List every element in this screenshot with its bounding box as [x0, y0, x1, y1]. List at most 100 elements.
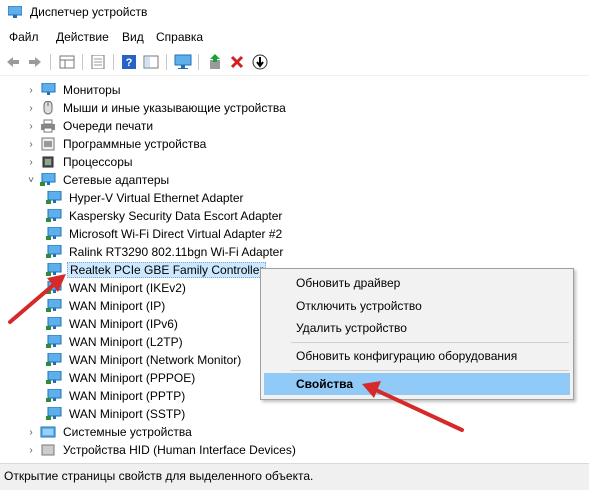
forward-icon[interactable] [25, 52, 45, 72]
menu-item-update-driver[interactable]: Обновить драйвер [264, 272, 570, 294]
chevron-right-icon[interactable]: › [26, 121, 36, 132]
system-device-icon [40, 425, 56, 439]
tree-category-item[interactable]: › Программные устройства [26, 135, 208, 153]
network-adapter-icon [46, 316, 62, 331]
menu-separator [291, 370, 569, 371]
network-adapter-icon [46, 208, 62, 223]
uninstall-x-icon[interactable] [227, 52, 247, 72]
network-adapter-icon [46, 262, 62, 277]
title-bar: Диспетчер устройств [0, 0, 589, 26]
tree-item-label: WAN Miniport (Network Monitor) [69, 353, 242, 367]
tree-item-label: Процессоры [63, 155, 133, 169]
chevron-down-icon[interactable]: ˅ [26, 175, 36, 186]
chevron-right-icon[interactable]: › [26, 445, 36, 456]
tree-item-label: WAN Miniport (PPTP) [69, 389, 186, 403]
software-device-icon [40, 137, 56, 151]
toolbar: ? [0, 48, 589, 76]
tree-child-item[interactable]: Ralink RT3290 802.11bgn Wi-Fi Adapter [46, 243, 285, 261]
menu-help[interactable]: Справка [156, 30, 203, 44]
status-text: Открытие страницы свойств для выделенног… [4, 469, 314, 483]
document-icon[interactable] [88, 52, 108, 72]
chevron-right-icon[interactable]: › [26, 139, 36, 150]
tree-item-label: WAN Miniport (SSTP) [69, 407, 186, 421]
context-menu: Обновить драйвер Отключить устройство Уд… [260, 268, 574, 400]
tree-item-label: WAN Miniport (IP) [69, 299, 166, 313]
tree-item-label: Программные устройства [63, 137, 207, 151]
tree-category-item[interactable]: › Устройства HID (Human Interface Devices… [26, 441, 298, 459]
menu-item-scan-hardware[interactable]: Обновить конфигурацию оборудования [264, 345, 570, 367]
tree-category-item[interactable]: › Процессоры [26, 153, 135, 171]
tree-child-item[interactable]: WAN Miniport (IPv6) [46, 315, 180, 333]
menu-view[interactable]: Вид [122, 30, 144, 44]
tree-child-item[interactable]: WAN Miniport (IP) [46, 297, 167, 315]
tree-child-item[interactable]: Microsoft Wi-Fi Direct Virtual Adapter #… [46, 225, 284, 243]
network-adapter-icon [46, 298, 62, 313]
network-adapter-icon [40, 172, 56, 187]
tree-category-item[interactable]: › Очереди печати [26, 117, 155, 135]
tree-item-label: WAN Miniport (IKEv2) [69, 281, 186, 295]
device-manager-app-icon [8, 6, 22, 18]
monitor-icon [40, 82, 56, 97]
chevron-right-icon[interactable]: › [26, 85, 36, 96]
tree-item-label: Мониторы [63, 83, 121, 97]
printer-icon [40, 119, 56, 133]
tree-child-item[interactable]: WAN Miniport (IKEv2) [46, 279, 188, 297]
svg-text:?: ? [126, 57, 133, 69]
network-adapter-icon [46, 226, 62, 241]
help-icon[interactable]: ? [119, 52, 139, 72]
back-icon[interactable] [3, 52, 23, 72]
chevron-right-icon[interactable]: › [26, 103, 36, 114]
tree-item-label: Hyper-V Virtual Ethernet Adapter [69, 191, 244, 205]
tree-category-item[interactable]: ˅ Сетевые адаптеры [26, 171, 171, 189]
tree-item-label: Microsoft Wi-Fi Direct Virtual Adapter #… [69, 227, 283, 241]
download-arrow-icon[interactable] [250, 52, 270, 72]
window-title: Диспетчер устройств [30, 5, 148, 19]
tree-child-item[interactable]: Kaspersky Security Data Escort Adapter [46, 207, 284, 225]
tree-child-item[interactable]: WAN Miniport (L2TP) [46, 333, 185, 351]
tree-item-label: Устройства HID (Human Interface Devices) [63, 443, 296, 457]
tree-child-item[interactable]: WAN Miniport (SSTP) [46, 405, 187, 423]
menu-item-disable-device[interactable]: Отключить устройство [264, 295, 570, 317]
hid-icon [40, 443, 56, 457]
chevron-right-icon[interactable]: › [26, 427, 36, 438]
menu-file[interactable]: Файл [9, 30, 39, 44]
tree-item-label: WAN Miniport (PPPOE) [69, 371, 196, 385]
network-adapter-icon [46, 244, 62, 259]
tree-item-label: Realtek PCIe GBE Family Controller [67, 262, 267, 278]
tree-child-item[interactable]: Hyper-V Virtual Ethernet Adapter [46, 189, 246, 207]
show-pane-icon[interactable] [141, 52, 161, 72]
tree-item-label: Kaspersky Security Data Escort Adapter [69, 209, 283, 223]
tree-item-label: Сетевые адаптеры [63, 173, 170, 187]
network-adapter-icon [46, 388, 62, 403]
mouse-icon [40, 100, 56, 115]
network-adapter-icon [46, 406, 62, 421]
chevron-right-icon[interactable]: › [26, 157, 36, 168]
menu-separator [291, 342, 569, 343]
tree-child-item[interactable]: WAN Miniport (PPTP) [46, 387, 187, 405]
tree-item-label: Мыши и иные указывающие устройства [63, 101, 286, 115]
menu-item-uninstall-device[interactable]: Удалить устройство [264, 317, 570, 339]
network-adapter-icon [46, 190, 62, 205]
network-adapter-icon [46, 352, 62, 367]
tree-child-item[interactable]: Realtek PCIe GBE Family Controller [46, 261, 267, 279]
tree-category-item[interactable]: › Мониторы [26, 81, 122, 99]
menu-bar: Файл Действие Вид Справка [0, 26, 589, 48]
tree-item-label: WAN Miniport (IPv6) [69, 317, 178, 331]
network-adapter-icon [46, 280, 62, 295]
properties-grid-icon[interactable] [57, 52, 77, 72]
tree-child-item[interactable]: WAN Miniport (Network Monitor) [46, 351, 243, 369]
monitor-scan-icon[interactable] [173, 52, 193, 72]
update-driver-icon[interactable] [205, 52, 225, 72]
menu-item-properties[interactable]: Свойства [264, 373, 570, 395]
tree-item-label: Системные устройства [63, 425, 192, 439]
tree-child-item[interactable]: WAN Miniport (PPPOE) [46, 369, 197, 387]
tree-item-label: Ralink RT3290 802.11bgn Wi-Fi Adapter [69, 245, 284, 259]
menu-action[interactable]: Действие [56, 30, 109, 44]
tree-item-label: Очереди печати [63, 119, 154, 133]
network-adapter-icon [46, 370, 62, 385]
tree-category-item[interactable]: › Системные устройства [26, 423, 194, 441]
status-bar: Открытие страницы свойств для выделенног… [0, 463, 589, 490]
network-adapter-icon [46, 334, 62, 349]
cpu-icon [40, 155, 56, 169]
tree-category-item[interactable]: › Мыши и иные указывающие устройства [26, 99, 288, 117]
